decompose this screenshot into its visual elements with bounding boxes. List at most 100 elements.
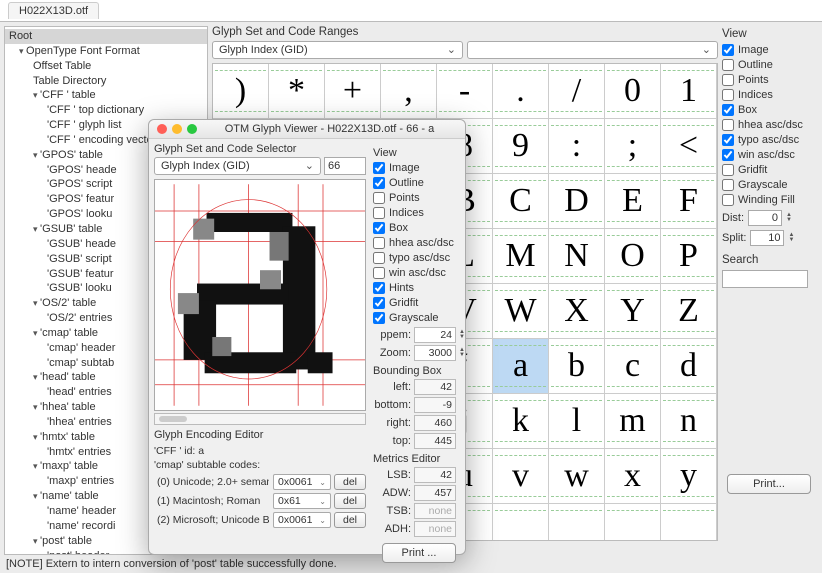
modal-glyphset-select[interactable]: Glyph Index (GID) bbox=[154, 157, 321, 175]
view-check[interactable]: Indices bbox=[722, 89, 816, 101]
print-button[interactable]: Print... bbox=[727, 474, 812, 494]
glyph-cell[interactable]: . bbox=[493, 64, 549, 119]
tree-node[interactable]: 'CFF ' top dictionary bbox=[5, 103, 207, 118]
preview-scrollbar[interactable] bbox=[154, 413, 366, 425]
glyph-cell[interactable]: W bbox=[493, 284, 549, 339]
glyph-cell[interactable]: c bbox=[605, 339, 661, 394]
modal-view-check[interactable]: Image bbox=[373, 162, 465, 174]
split-input[interactable] bbox=[750, 230, 784, 246]
ppem-spinner[interactable]: ▲▼ bbox=[459, 330, 465, 340]
glyph-cell[interactable]: Z bbox=[661, 284, 717, 339]
view-checkbox[interactable] bbox=[722, 74, 734, 86]
modal-view-checkbox[interactable] bbox=[373, 162, 385, 174]
adw-input[interactable] bbox=[414, 485, 456, 501]
lsb-input[interactable] bbox=[414, 467, 456, 483]
glyph-cell[interactable]: O bbox=[605, 229, 661, 284]
view-check[interactable]: Gridfit bbox=[722, 164, 816, 176]
gid-input[interactable] bbox=[324, 157, 366, 175]
glyph-preview[interactable] bbox=[154, 179, 366, 411]
glyph-cell[interactable]: ) bbox=[213, 64, 269, 119]
glyph-cell[interactable]: 1 bbox=[661, 64, 717, 119]
minimize-icon[interactable] bbox=[172, 124, 182, 134]
tree-node[interactable]: Table Directory bbox=[5, 74, 207, 89]
view-checkbox[interactable] bbox=[722, 104, 734, 116]
modal-view-check[interactable]: win asc/dsc bbox=[373, 267, 465, 279]
view-checkbox[interactable] bbox=[722, 119, 734, 131]
view-checkbox[interactable] bbox=[722, 179, 734, 191]
modal-view-check[interactable]: Points bbox=[373, 192, 465, 204]
glyph-cell[interactable]: D bbox=[549, 174, 605, 229]
view-check[interactable]: Grayscale bbox=[722, 179, 816, 191]
modal-view-check[interactable]: Grayscale bbox=[373, 312, 465, 324]
glyph-cell[interactable]: * bbox=[269, 64, 325, 119]
glyph-cell[interactable]: ; bbox=[605, 119, 661, 174]
cmap-del-button[interactable]: del bbox=[334, 493, 366, 509]
dist-input[interactable] bbox=[748, 210, 782, 226]
glyph-cell[interactable]: Y bbox=[605, 284, 661, 339]
tree-node[interactable]: Offset Table bbox=[5, 59, 207, 74]
glyph-cell[interactable]: d bbox=[661, 339, 717, 394]
glyph-cell[interactable]: < bbox=[661, 119, 717, 174]
glyph-cell[interactable]: M bbox=[493, 229, 549, 284]
glyph-cell[interactable]: a bbox=[493, 339, 549, 394]
dist-spinner[interactable]: ▲▼ bbox=[786, 213, 792, 223]
ppem-input[interactable] bbox=[414, 327, 456, 343]
glyph-cell[interactable]: - bbox=[437, 64, 493, 119]
glyph-cell[interactable]: w bbox=[549, 449, 605, 504]
glyph-cell[interactable]: v bbox=[493, 449, 549, 504]
tree-node[interactable]: Root bbox=[5, 29, 207, 44]
cmap-code-select[interactable]: 0x61 bbox=[273, 493, 331, 509]
view-check[interactable]: Box bbox=[722, 104, 816, 116]
view-check[interactable]: Image bbox=[722, 44, 816, 56]
modal-view-check[interactable]: Indices bbox=[373, 207, 465, 219]
glyph-cell[interactable]: x bbox=[605, 449, 661, 504]
glyph-cell[interactable]: E bbox=[605, 174, 661, 229]
glyph-cell[interactable] bbox=[549, 504, 605, 541]
glyph-cell[interactable] bbox=[661, 504, 717, 541]
view-check[interactable]: hhea asc/dsc bbox=[722, 119, 816, 131]
modal-view-checkbox[interactable] bbox=[373, 207, 385, 219]
modal-view-checkbox[interactable] bbox=[373, 237, 385, 249]
cmap-code-select[interactable]: 0x0061 bbox=[273, 512, 331, 528]
modal-view-check[interactable]: typo asc/dsc bbox=[373, 252, 465, 264]
modal-view-check[interactable]: Box bbox=[373, 222, 465, 234]
view-checkbox[interactable] bbox=[722, 44, 734, 56]
modal-view-checkbox[interactable] bbox=[373, 222, 385, 234]
modal-view-check[interactable]: Gridfit bbox=[373, 297, 465, 309]
glyph-cell[interactable]: / bbox=[549, 64, 605, 119]
range-select[interactable] bbox=[467, 41, 718, 59]
glyph-cell[interactable] bbox=[493, 504, 549, 541]
view-check[interactable]: Points bbox=[722, 74, 816, 86]
glyph-cell[interactable]: + bbox=[325, 64, 381, 119]
glyph-cell[interactable]: l bbox=[549, 394, 605, 449]
glyph-cell[interactable]: b bbox=[549, 339, 605, 394]
modal-view-checkbox[interactable] bbox=[373, 282, 385, 294]
view-checkbox[interactable] bbox=[722, 149, 734, 161]
view-check[interactable]: Winding Fill bbox=[722, 194, 816, 206]
modal-view-checkbox[interactable] bbox=[373, 177, 385, 189]
search-input[interactable] bbox=[722, 270, 808, 288]
zoom-input[interactable] bbox=[414, 345, 456, 361]
glyph-cell[interactable]: N bbox=[549, 229, 605, 284]
glyph-cell[interactable]: 0 bbox=[605, 64, 661, 119]
glyph-cell[interactable]: X bbox=[549, 284, 605, 339]
glyph-cell[interactable]: n bbox=[661, 394, 717, 449]
cmap-del-button[interactable]: del bbox=[334, 474, 366, 490]
view-check[interactable]: typo asc/dsc bbox=[722, 134, 816, 146]
glyphset-select[interactable]: Glyph Index (GID) bbox=[212, 41, 463, 59]
tree-node[interactable]: OpenType Font Format bbox=[5, 44, 207, 59]
view-checkbox[interactable] bbox=[722, 89, 734, 101]
glyph-cell[interactable]: C bbox=[493, 174, 549, 229]
view-check[interactable]: Outline bbox=[722, 59, 816, 71]
view-checkbox[interactable] bbox=[722, 194, 734, 206]
view-check[interactable]: win asc/dsc bbox=[722, 149, 816, 161]
glyph-cell[interactable]: P bbox=[661, 229, 717, 284]
zoom-spinner[interactable]: ▲▼ bbox=[459, 348, 465, 358]
split-spinner[interactable]: ▲▼ bbox=[788, 233, 794, 243]
glyph-cell[interactable]: , bbox=[381, 64, 437, 119]
view-checkbox[interactable] bbox=[722, 59, 734, 71]
glyph-cell[interactable]: : bbox=[549, 119, 605, 174]
modal-titlebar[interactable]: OTM Glyph Viewer - H022X13D.otf - 66 - a bbox=[149, 120, 465, 139]
modal-view-check[interactable]: hhea asc/dsc bbox=[373, 237, 465, 249]
glyph-cell[interactable]: F bbox=[661, 174, 717, 229]
